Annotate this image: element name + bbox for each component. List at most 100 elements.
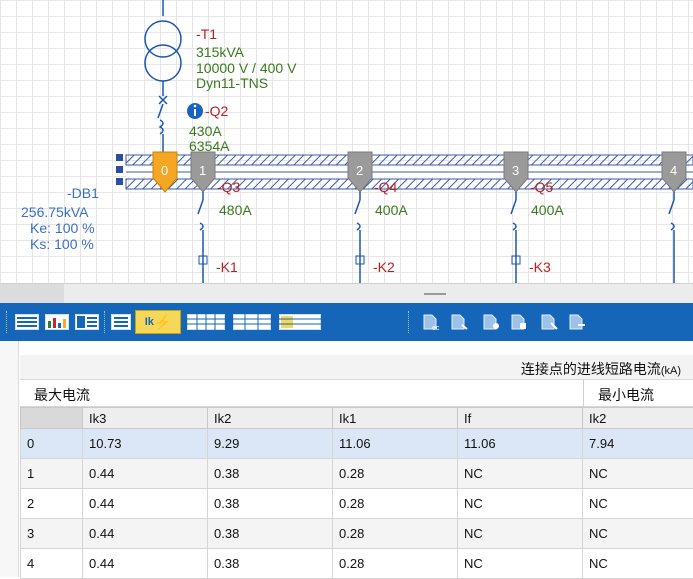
board-ks: Ks: 100 % [30,237,94,252]
cell-ik1: 0.28 [333,459,458,489]
feeder-k3-tag: -K3 [529,260,551,275]
cell-if: NC [458,459,583,489]
tap-2-number: 2 [356,163,363,178]
row-id: 1 [21,459,83,489]
feeder-q3-symbol[interactable] [198,192,207,283]
tap-3-number: 3 [512,163,519,178]
feeder-q4-symbol[interactable] [355,192,364,283]
table-corner-header [21,408,83,429]
results-title-text: 连接点的进线短路电流 [521,361,661,377]
tap-0-number: 0 [161,163,168,178]
calc-back-icon[interactable] [448,311,470,333]
cell-ik2: 0.38 [208,519,333,549]
column-header-ik2-min[interactable]: Ik2 [583,408,693,429]
column-header-ik3[interactable]: Ik3 [83,408,208,429]
board-ke: Ke: 100 % [30,221,95,236]
toolbar-grip[interactable] [6,311,9,333]
row-id: 0 [21,429,83,459]
row-id: 2 [21,489,83,519]
transformer-symbol[interactable] [145,21,181,81]
cell-ik1: 0.28 [333,549,458,579]
table-row[interactable]: 3 0.44 0.38 0.28 NC NC [21,519,693,549]
feeder-k2-tag: -K2 [373,260,395,275]
highlight-table-icon[interactable] [278,311,322,333]
cell-ik3: 0.44 [83,489,208,519]
results-title-unit: (kA) [661,365,681,377]
group-min-label: 最小电流 [598,385,654,405]
table-grid-icon[interactable] [186,311,226,333]
cell-ik3: 0.44 [83,519,208,549]
feeder-q5-tag: -Q5 [530,180,553,195]
table-row[interactable]: 4 0.44 0.38 0.28 NC NC [21,549,693,579]
table-row[interactable]: 0 10.73 9.29 11.06 11.06 7.94 [21,429,693,459]
cell-ik1: 0.28 [333,519,458,549]
results-toolbar: Ik⚡ ec [0,303,693,341]
breaker-q2-ik: 6354A [189,139,229,154]
cell-ik2-min: NC [583,519,693,549]
cell-ik1: 0.28 [333,489,458,519]
transformer-power: 315kVA [196,45,244,60]
column-header-ik2[interactable]: Ik2 [208,408,333,429]
board-power: 256.75kVA [21,205,88,220]
cell-ik2: 0.38 [208,549,333,579]
cell-ik3: 10.73 [83,429,208,459]
cell-ik2-min: NC [583,489,693,519]
feeder-q3-rating: 480A [219,203,252,218]
cell-ik2-min: 7.94 [583,429,693,459]
transformer-voltage: 10000 V / 400 V [196,61,296,76]
table-row[interactable]: 1 0.44 0.38 0.28 NC NC [21,459,693,489]
cell-if: NC [458,549,583,579]
feeder-q5-symbol[interactable] [511,192,520,283]
splitter-grip[interactable] [424,293,446,295]
breaker-q2-symbol[interactable] [158,96,167,152]
cell-ik2-min: NC [583,459,693,489]
results-group-row: 最大电流 最小电流 [20,380,693,407]
row-id: 4 [21,549,83,579]
svg-text:ec: ec [432,325,440,331]
column-header-ik1[interactable]: Ik1 [333,408,458,429]
table-grid-alt-icon[interactable] [232,311,272,333]
tap-4-number: 4 [670,163,677,178]
feeder-4-symbol[interactable] [669,192,674,283]
info-icon[interactable] [187,103,203,119]
schematic-drawing [0,0,693,283]
group-max-label: 最大电流 [34,385,90,405]
results-content: 连接点的进线短路电流(kA) 最大电流 最小电流 Ik3 Ik2 Ik1 If … [20,341,693,577]
detail-list-icon[interactable] [110,311,132,333]
calc-forward-icon[interactable] [480,311,502,333]
calc-multi-icon[interactable] [508,311,530,333]
results-title-row: 连接点的进线短路电流(kA) [20,355,693,380]
calc-next-icon[interactable] [566,311,588,333]
splitter-tab[interactable] [0,284,64,303]
calc-select-icon[interactable] [538,311,560,333]
toolbar-separator-2 [408,311,411,333]
busbar-handles[interactable] [116,154,123,185]
feeder-q5-rating: 400A [531,203,564,218]
calc-ec-icon[interactable]: ec [420,311,442,333]
short-circuit-table: Ik3 Ik2 Ik1 If Ik2 0 10.73 9.29 11.06 11… [20,407,693,579]
cell-ik2-min: NC [583,549,693,579]
feeder-q4-tag: -Q4 [374,180,397,195]
short-circuit-icon[interactable]: Ik⚡ [136,311,180,333]
panel-splitter[interactable] [0,283,693,304]
breaker-q2-tag: -Q2 [205,104,228,119]
lightning-icon: ⚡ [154,314,171,331]
cell-if: 11.06 [458,429,583,459]
cell-if: NC [458,519,583,549]
short-circuit-label: Ik [145,316,154,328]
cell-ik1: 11.06 [333,429,458,459]
list-view-icon[interactable] [14,311,40,333]
results-left-gutter [0,341,19,577]
detail-list-icon[interactable] [74,311,100,333]
row-id: 3 [21,519,83,549]
column-header-if[interactable]: If [458,408,583,429]
cell-ik2: 9.29 [208,429,333,459]
table-row[interactable]: 2 0.44 0.38 0.28 NC NC [21,489,693,519]
results-title: 连接点的进线短路电流(kA) [521,359,681,379]
schematic-canvas[interactable]: -T1 315kVA 10000 V / 400 V Dyn11-TNS -Q2… [0,0,693,283]
toolbar-separator [104,311,107,333]
transformer-vector: Dyn11-TNS [196,76,268,91]
feeder-k1-tag: -K1 [216,260,238,275]
chart-view-icon[interactable] [44,311,70,333]
transformer-tag: -T1 [196,27,217,42]
